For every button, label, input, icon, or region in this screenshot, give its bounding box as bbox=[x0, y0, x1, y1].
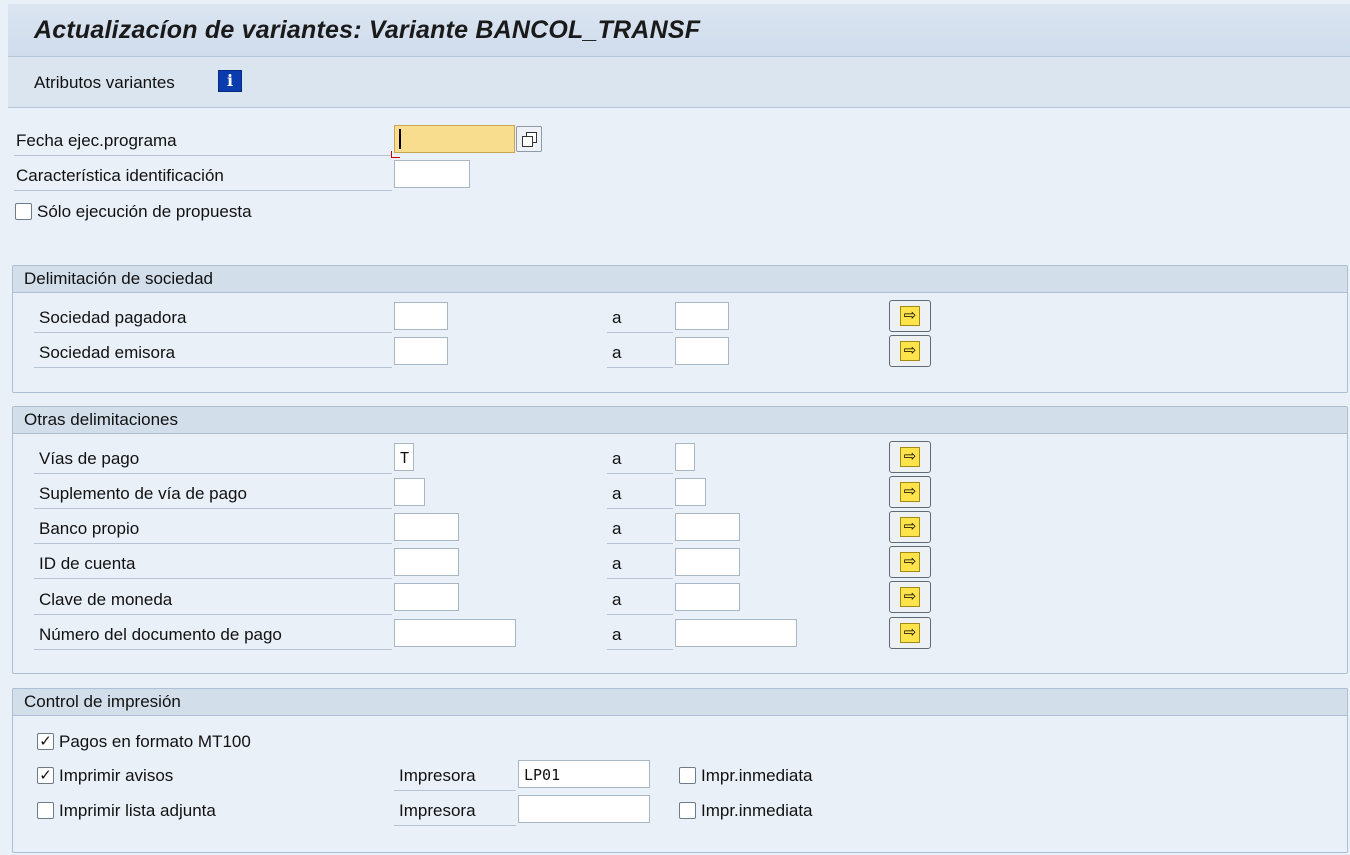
multiple-selection-button[interactable]: ⇨ bbox=[889, 476, 931, 508]
print-list-label: Imprimir lista adjunta bbox=[59, 801, 216, 820]
row-underline bbox=[34, 332, 392, 333]
row-underline bbox=[607, 543, 673, 544]
row-underline bbox=[607, 508, 673, 509]
sending-company-from-field[interactable] bbox=[394, 337, 448, 365]
multiple-selection-button[interactable]: ⇨ bbox=[889, 441, 931, 473]
printer2-field[interactable] bbox=[518, 795, 650, 823]
value-help-icon[interactable] bbox=[516, 126, 542, 152]
multiple-selection-button[interactable]: ⇨ bbox=[889, 546, 931, 578]
printer-field[interactable]: LP01 bbox=[518, 760, 650, 788]
immediate-print2-label: Impr.inmediata bbox=[701, 801, 813, 820]
multiple-selection-button[interactable]: ⇨ bbox=[889, 617, 931, 649]
range-row-label: Número del documento de pago bbox=[39, 625, 282, 644]
payment-method-to-field[interactable] bbox=[675, 443, 695, 471]
print-notices-checkbox[interactable]: ✓ bbox=[37, 767, 54, 784]
range-to-label: a bbox=[612, 449, 622, 468]
account-id-to-field[interactable] bbox=[675, 548, 740, 576]
multiple-selection-button[interactable]: ⇨ bbox=[889, 581, 931, 613]
print-list-checkbox[interactable] bbox=[37, 802, 54, 819]
row-underline bbox=[34, 367, 392, 368]
row-underline bbox=[607, 649, 673, 650]
arrow-right-icon: ⇨ bbox=[900, 587, 920, 607]
payment-document-from-field[interactable] bbox=[394, 619, 516, 647]
multiple-selection-button[interactable]: ⇨ bbox=[889, 300, 931, 332]
printer2-underline bbox=[394, 825, 516, 826]
proposal-only-label: Sólo ejecución de propuesta bbox=[37, 202, 252, 221]
row-underline bbox=[34, 578, 392, 579]
arrow-right-icon: ⇨ bbox=[900, 552, 920, 572]
multiple-selection-button[interactable]: ⇨ bbox=[889, 511, 931, 543]
identification-underline bbox=[14, 190, 392, 191]
print-notices-label: Imprimir avisos bbox=[59, 766, 174, 785]
range-to-label: a bbox=[612, 343, 622, 362]
row-underline bbox=[607, 614, 673, 615]
account-id-from-field[interactable] bbox=[394, 548, 459, 576]
row-underline bbox=[34, 649, 392, 650]
printer-label: Impresora bbox=[399, 766, 476, 785]
paying-company-to-field[interactable] bbox=[675, 302, 729, 330]
immediate-print2-checkbox[interactable] bbox=[679, 802, 696, 819]
range-to-label: a bbox=[612, 308, 622, 327]
variant-attributes-button[interactable]: Atributos variantes bbox=[34, 73, 175, 93]
identification-label: Característica identificación bbox=[16, 166, 224, 185]
other-delimitations-title: Otras delimitaciones bbox=[13, 407, 1347, 434]
range-row-label: ID de cuenta bbox=[39, 554, 136, 573]
identification-field[interactable] bbox=[394, 160, 470, 188]
window-title: Actualizacíon de variantes: Variante BAN… bbox=[34, 16, 701, 44]
multiple-selection-button[interactable]: ⇨ bbox=[889, 335, 931, 367]
range-row-label: Suplemento de vía de pago bbox=[39, 484, 247, 503]
arrow-right-icon: ⇨ bbox=[900, 306, 920, 326]
payment-method-supplement-to-field[interactable] bbox=[675, 478, 706, 506]
print-control-title: Control de impresión bbox=[13, 689, 1347, 716]
row-underline bbox=[34, 508, 392, 509]
range-row-label: Sociedad pagadora bbox=[39, 308, 187, 327]
printer2-label: Impresora bbox=[399, 801, 476, 820]
arrow-right-icon: ⇨ bbox=[900, 482, 920, 502]
application-toolbar: Atributos variantes i bbox=[8, 57, 1350, 108]
mt100-checkbox[interactable]: ✓ bbox=[37, 733, 54, 750]
run-date-label: Fecha ejec.programa bbox=[16, 131, 177, 150]
sending-company-to-field[interactable] bbox=[675, 337, 729, 365]
run-date-field[interactable] bbox=[394, 125, 515, 153]
payment-method-from-field[interactable]: T bbox=[394, 443, 414, 471]
row-underline bbox=[607, 332, 673, 333]
range-to-label: a bbox=[612, 554, 622, 573]
row-underline bbox=[607, 578, 673, 579]
row-underline bbox=[607, 473, 673, 474]
row-underline bbox=[34, 543, 392, 544]
range-to-label: a bbox=[612, 590, 622, 609]
range-row-label: Banco propio bbox=[39, 519, 140, 538]
currency-key-to-field[interactable] bbox=[675, 583, 740, 611]
house-bank-to-field[interactable] bbox=[675, 513, 740, 541]
payment-method-supplement-from-field[interactable] bbox=[394, 478, 425, 506]
row-underline bbox=[34, 473, 392, 474]
range-row-label: Clave de moneda bbox=[39, 590, 173, 609]
row-underline bbox=[34, 614, 392, 615]
payment-document-to-field[interactable] bbox=[675, 619, 797, 647]
printer-underline bbox=[394, 790, 516, 791]
range-to-label: a bbox=[612, 519, 622, 538]
range-row-label: Sociedad emisora bbox=[39, 343, 176, 362]
run-date-underline bbox=[14, 155, 392, 156]
arrow-right-icon: ⇨ bbox=[900, 341, 920, 361]
text-cursor bbox=[399, 129, 401, 149]
company-delimitation-title: Delimitación de sociedad bbox=[13, 266, 1347, 293]
currency-key-from-field[interactable] bbox=[394, 583, 459, 611]
arrow-right-icon: ⇨ bbox=[900, 517, 920, 537]
paying-company-from-field[interactable] bbox=[394, 302, 448, 330]
range-to-label: a bbox=[612, 625, 622, 644]
immediate-print-checkbox[interactable] bbox=[679, 767, 696, 784]
arrow-right-icon: ⇨ bbox=[900, 447, 920, 467]
proposal-only-checkbox[interactable] bbox=[15, 203, 32, 220]
info-icon[interactable]: i bbox=[218, 70, 242, 92]
range-to-label: a bbox=[612, 484, 622, 503]
range-row-label: Vías de pago bbox=[39, 449, 140, 468]
house-bank-from-field[interactable] bbox=[394, 513, 459, 541]
arrow-right-icon: ⇨ bbox=[900, 623, 920, 643]
mt100-label: Pagos en formato MT100 bbox=[59, 732, 251, 751]
title-bar: Actualizacíon de variantes: Variante BAN… bbox=[8, 4, 1350, 57]
row-underline bbox=[607, 367, 673, 368]
immediate-print-label: Impr.inmediata bbox=[701, 766, 813, 785]
required-field-marker bbox=[391, 151, 400, 158]
